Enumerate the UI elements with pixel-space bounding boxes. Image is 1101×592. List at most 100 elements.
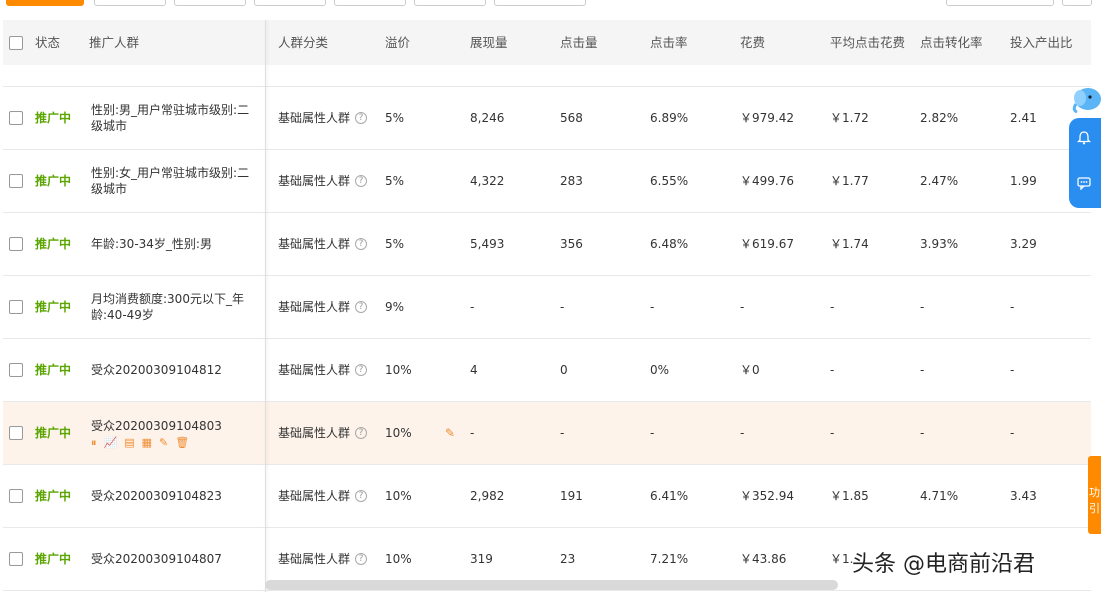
table-row[interactable]: 推广中 月均消费额度:300元以下_年龄:40-49岁 基础属性人群? 9% - - - - -…	[3, 276, 1091, 339]
row-actions: ⏸ 📈 ▤ ▦ ✎ 🗑	[91, 436, 261, 449]
audience-name[interactable]: 性别:男_用户常驻城市级别:二级城市	[91, 102, 261, 134]
horizontal-scrollbar[interactable]	[265, 580, 838, 590]
cell-clicks: 356	[560, 237, 583, 251]
category-label: 基础属性人群	[278, 174, 351, 188]
toolbar-button-right-small[interactable]	[1062, 0, 1092, 6]
cell-ctr: -	[650, 426, 655, 440]
table-header: 状态 推广人群 人群分类 溢价 展现量 点击量 点击率 花费 平均点击花费 点击…	[3, 20, 1091, 65]
header-clicks[interactable]: 点击量	[560, 20, 598, 65]
table-row[interactable]: 推广中 性别:男_用户常驻城市级别:二级城市 基础属性人群? 5% 8,246 568 6.…	[3, 87, 1091, 150]
category-label: 基础属性人群	[278, 111, 351, 125]
cell-impressions: -	[470, 426, 475, 440]
toolbar-button-right[interactable]	[946, 0, 1054, 6]
row-checkbox[interactable]	[9, 174, 23, 188]
help-icon[interactable]: ?	[355, 553, 368, 565]
cell-avg-cpc: -	[830, 300, 835, 314]
row-checkbox[interactable]	[9, 363, 23, 377]
cell-premium: 9%	[385, 300, 405, 314]
table-row[interactable]: 推广中 年龄:30-34岁_性别:男 基础属性人群? 5% 5,493 356 6.48% ￥…	[3, 213, 1091, 276]
cell-clicks: 191	[560, 489, 583, 503]
help-icon[interactable]: ?	[355, 175, 368, 187]
table-row[interactable]: 推广中 受众20200309104823 基础属性人群? 10% 2,982 191 6.4…	[3, 465, 1091, 528]
cell-avg-cpc: ￥1.72	[830, 111, 869, 125]
row-checkbox[interactable]	[9, 300, 23, 314]
cell-cvr: -	[920, 426, 925, 440]
help-icon[interactable]: ?	[355, 301, 368, 313]
cell-cvr: -	[920, 363, 925, 377]
audience-name[interactable]: 受众20200309104803	[91, 418, 261, 434]
row-checkbox[interactable]	[9, 426, 23, 440]
edit-premium-icon[interactable]: ✎	[445, 402, 455, 464]
audience-name[interactable]: 性别:女_用户常驻城市级别:二级城市	[91, 165, 261, 197]
header-cost[interactable]: 花费	[740, 20, 765, 65]
select-all-checkbox[interactable]	[9, 35, 23, 50]
document-icon[interactable]: ▦	[142, 436, 152, 449]
cell-clicks: 568	[560, 111, 583, 125]
elephant-mascot-icon[interactable]	[1070, 86, 1101, 114]
toolbar-button-5[interactable]	[414, 0, 486, 6]
cell-ctr: 6.48%	[650, 237, 689, 251]
header-premium: 溢价	[385, 34, 411, 50]
audience-name[interactable]: 年龄:30-34岁_性别:男	[91, 236, 261, 252]
table-row[interactable]: 推广中 性别:女_用户常驻城市级别:二级城市 基础属性人群? 5% 4,322 283 6.…	[3, 150, 1091, 213]
cell-premium: 10%	[385, 426, 412, 440]
status-badge: 推广中	[35, 552, 72, 566]
audience-name[interactable]: 受众20200309104823	[91, 488, 261, 504]
cell-cvr: 2.47%	[920, 174, 959, 188]
bell-icon[interactable]	[1076, 131, 1092, 149]
toolbar-button-4[interactable]	[334, 0, 406, 6]
watermark: 头条 @电商前沿君	[852, 552, 1035, 577]
table-row[interactable]: 推广中 受众20200309104803 ⏸ 📈 ▤ ▦ ✎ 🗑 基础属性人群? 10% - - - - -…	[3, 402, 1091, 465]
cell-roi: 3.29	[1010, 237, 1037, 251]
header-ctr[interactable]: 点击率	[650, 20, 688, 65]
toolbar-button-1[interactable]	[94, 0, 166, 6]
help-icon[interactable]: ?	[355, 112, 368, 124]
toolbar-button-2[interactable]	[174, 0, 246, 6]
edit-icon[interactable]: ✎	[159, 436, 168, 449]
audience-name[interactable]: 月均消费额度:300元以下_年龄:40-49岁	[91, 291, 261, 323]
table-row[interactable]: 推广中 受众20200309104812 基础属性人群? 10% 4 0 0% ￥0 - - -	[3, 339, 1091, 402]
chart-icon[interactable]: 📈	[104, 436, 118, 449]
pause-icon[interactable]: ⏸	[91, 436, 97, 449]
status-badge: 推广中	[35, 489, 72, 503]
chat-icon[interactable]	[1077, 176, 1091, 194]
row-checkbox[interactable]	[9, 111, 23, 125]
cell-impressions: 5,493	[470, 237, 505, 251]
side-feature-tab[interactable]: 功引	[1088, 456, 1101, 534]
cell-ctr: 0%	[650, 363, 670, 377]
header-cvr[interactable]: 点击转化率	[920, 20, 983, 65]
cell-avg-cpc: -	[830, 426, 835, 440]
status-badge: 推广中	[35, 363, 72, 377]
row-checkbox[interactable]	[9, 489, 23, 503]
category-label: 基础属性人群	[278, 237, 351, 251]
cell-cost: -	[740, 426, 745, 440]
toolbar-button-3[interactable]	[254, 0, 326, 6]
help-icon[interactable]: ?	[355, 427, 368, 439]
cell-premium: 10%	[385, 363, 412, 377]
help-icon[interactable]: ?	[355, 490, 368, 502]
cell-cvr: 3.93%	[920, 237, 959, 251]
audience-name[interactable]: 受众20200309104812	[91, 362, 261, 378]
status-badge: 推广中	[35, 426, 72, 440]
cell-cost: ￥979.42	[740, 111, 794, 125]
cell-cost: ￥352.94	[740, 489, 794, 503]
row-checkbox[interactable]	[9, 552, 23, 566]
top-toolbar	[0, 0, 1101, 6]
cell-impressions: 4,322	[470, 174, 505, 188]
report-icon[interactable]: ▤	[124, 436, 134, 449]
status-badge: 推广中	[35, 174, 72, 188]
help-icon[interactable]: ?	[355, 364, 368, 376]
audience-name[interactable]: 受众20200309104807	[91, 551, 261, 567]
header-impressions[interactable]: 展现量	[470, 20, 508, 65]
table-spacer-row	[3, 65, 1091, 87]
header-roi[interactable]: 投入产出比	[1010, 20, 1073, 65]
row-checkbox[interactable]	[9, 237, 23, 251]
toolbar-button-6[interactable]	[494, 0, 586, 6]
toolbar-primary-button[interactable]	[6, 0, 84, 6]
cell-impressions: 8,246	[470, 111, 505, 125]
cell-premium: 5%	[385, 174, 405, 188]
header-avg-cpc[interactable]: 平均点击花费	[830, 20, 905, 65]
header-audience: 推广人群	[89, 34, 140, 50]
delete-icon[interactable]: 🗑	[175, 436, 189, 449]
help-icon[interactable]: ?	[355, 238, 368, 250]
